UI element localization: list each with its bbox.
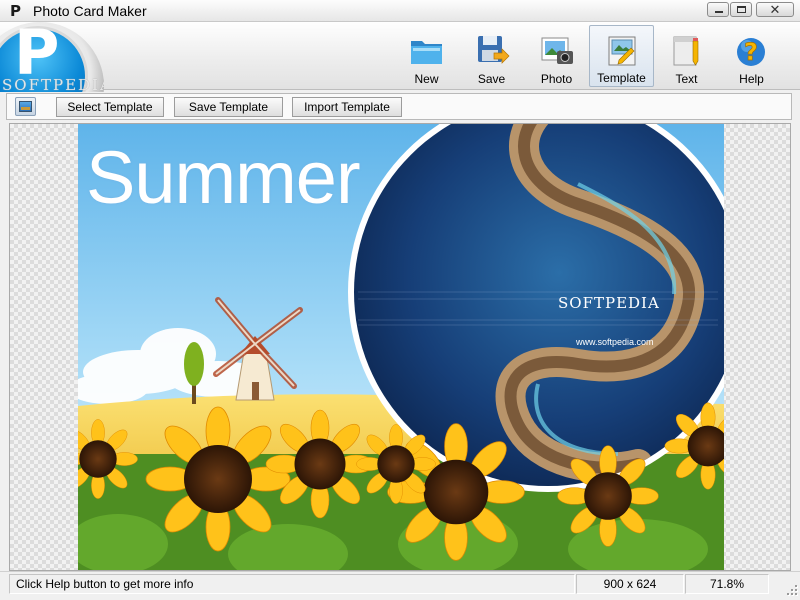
window-controls: ✕	[706, 2, 794, 17]
status-message: Click Help button to get more info	[9, 574, 575, 594]
template-preview-icon[interactable]	[15, 97, 36, 116]
text-icon	[673, 36, 699, 66]
minimize-icon	[715, 11, 723, 13]
help-button[interactable]: ? Help	[719, 25, 784, 87]
svg-text:?: ?	[744, 38, 758, 66]
status-dimensions: 900 x 624	[576, 574, 684, 594]
template-toolbar: Select Template Save Template Import Tem…	[6, 93, 792, 120]
main-toolbar: P SOFTPEDIA New Save Photo Template Text…	[0, 20, 800, 92]
template-button[interactable]: Template	[589, 25, 654, 87]
help-label: Help	[739, 72, 764, 86]
canvas-area[interactable]: Summer SOFTPEDIA www.softpedia.com	[9, 123, 791, 571]
close-button[interactable]: ✕	[756, 2, 794, 17]
window-title: Photo Card Maker	[33, 3, 147, 19]
card-watermark-url: www.softpedia.com	[576, 337, 654, 347]
logo-letter: P	[14, 20, 60, 89]
template-label: Template	[597, 71, 646, 85]
picture-icon	[19, 101, 32, 112]
new-label: New	[414, 72, 439, 86]
photo-label: Photo	[540, 72, 573, 86]
status-zoom: 71.8%	[685, 574, 769, 594]
help-icon: ?	[737, 38, 765, 66]
maximize-button[interactable]	[730, 2, 752, 17]
maximize-icon	[737, 6, 746, 13]
resize-grip-icon[interactable]	[784, 582, 798, 596]
app-title-icon: P	[10, 2, 21, 20]
title-bar: P Photo Card Maker ✕	[0, 0, 800, 22]
photo-icon	[541, 37, 573, 64]
photo-card[interactable]: Summer SOFTPEDIA www.softpedia.com	[78, 124, 724, 570]
folder-icon	[411, 41, 442, 64]
text-label: Text	[675, 72, 698, 86]
new-button[interactable]: New	[394, 25, 459, 87]
text-button[interactable]: Text	[654, 25, 719, 87]
card-watermark: SOFTPEDIA	[558, 294, 660, 312]
card-title-text[interactable]: Summer	[86, 138, 361, 218]
save-icon	[478, 36, 510, 64]
save-button[interactable]: Save	[459, 25, 524, 87]
save-label: Save	[477, 72, 506, 86]
minimize-button[interactable]	[707, 2, 729, 17]
photo-button[interactable]: Photo	[524, 25, 589, 87]
import-template-button[interactable]: Import Template	[292, 97, 402, 117]
logo-watermark: SOFTPEDIA	[2, 76, 104, 92]
template-icon	[608, 36, 636, 66]
app-logo: P SOFTPEDIA	[0, 20, 104, 92]
toolbar-buttons: New Save Photo Template Text ? Help	[394, 25, 784, 87]
select-template-button[interactable]: Select Template	[56, 97, 164, 117]
save-template-button[interactable]: Save Template	[174, 97, 283, 117]
status-bar: Click Help button to get more info 900 x…	[0, 571, 800, 600]
